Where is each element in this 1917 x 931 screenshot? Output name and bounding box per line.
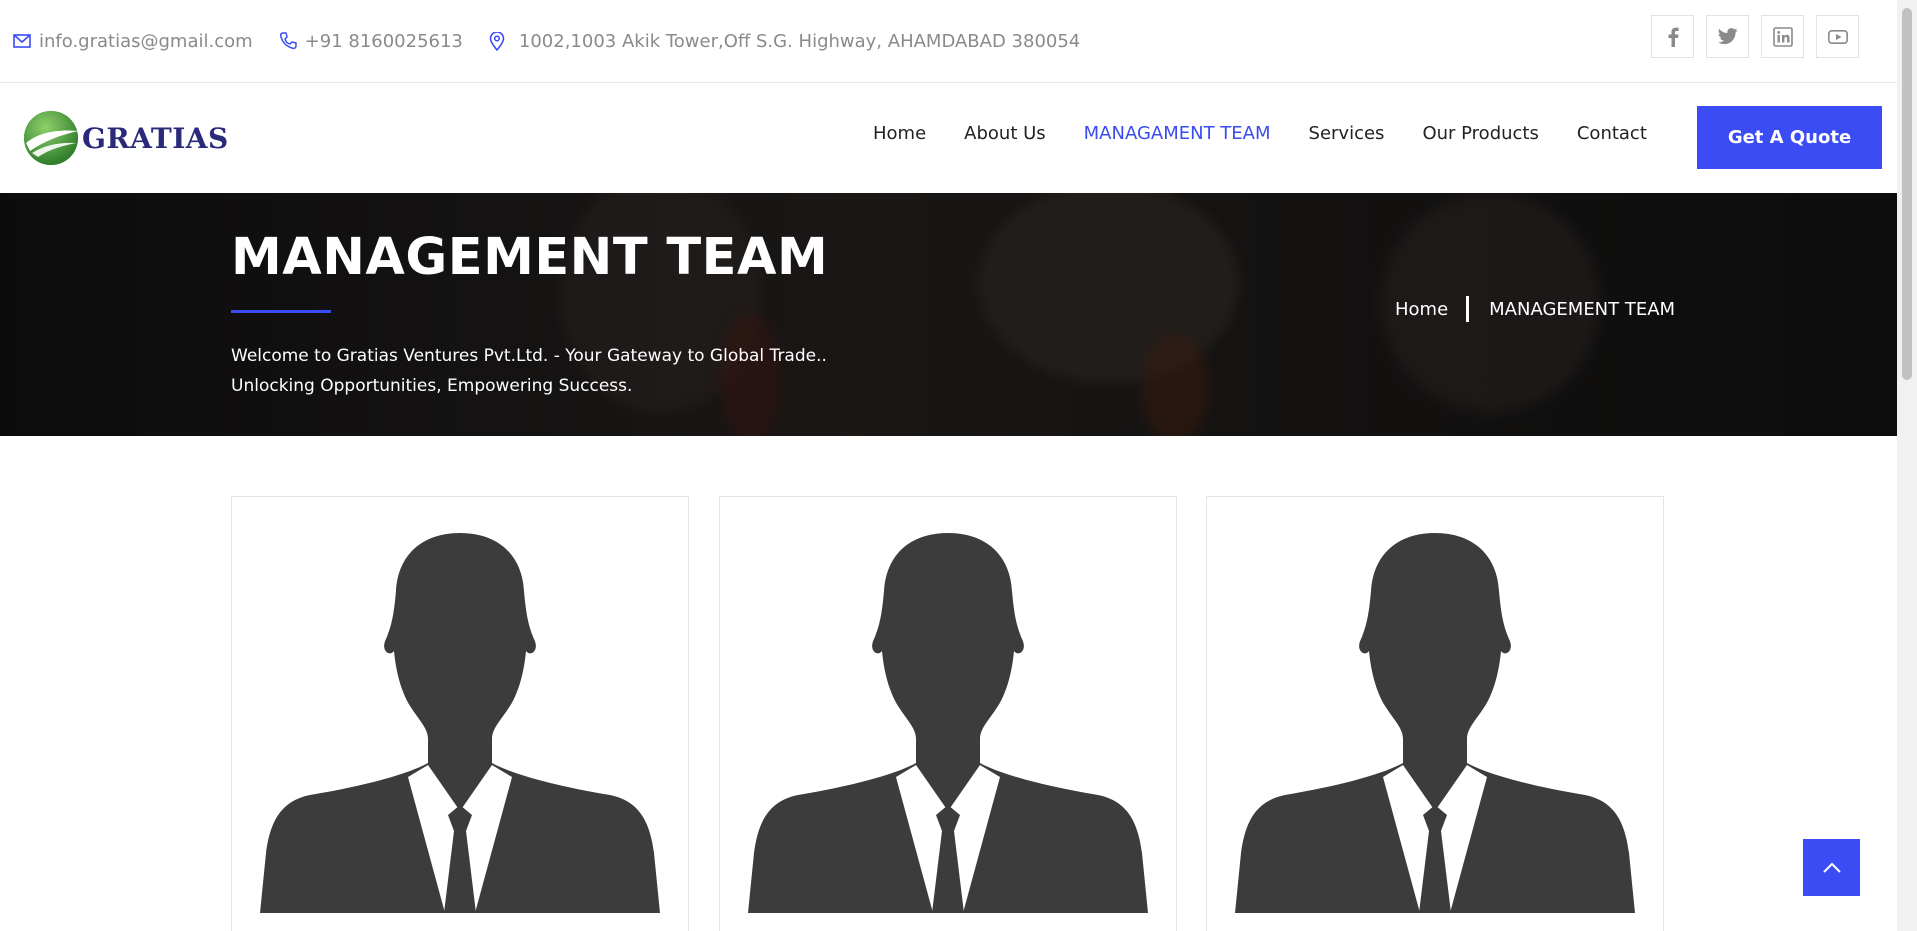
hero-subtitle-line-2: Unlocking Opportunities, Empowering Succ… [231, 376, 633, 396]
nav-contact[interactable]: Contact [1577, 123, 1647, 144]
team-member-card[interactable] [231, 496, 689, 931]
mail-icon [13, 34, 31, 48]
team-member-card[interactable] [719, 496, 1177, 931]
youtube-icon[interactable] [1816, 15, 1859, 58]
page-scrollbar[interactable] [1897, 0, 1917, 931]
email-item[interactable]: info.gratias@gmail.com [13, 31, 253, 52]
logo[interactable]: GRATIAS [22, 109, 229, 167]
breadcrumb-separator [1466, 296, 1470, 322]
breadcrumb-current: MANAGEMENT TEAM [1489, 298, 1676, 320]
phone-icon [279, 32, 297, 50]
person-silhouette-icon [1235, 533, 1635, 913]
page-title: MANAGEMENT TEAM [231, 228, 829, 287]
logo-text: GRATIAS [82, 121, 229, 155]
gratias-leaf-logo-icon [24, 111, 78, 165]
top-contact-bar: info.gratias@gmail.com +91 8160025613 10… [0, 0, 1897, 83]
facebook-icon[interactable] [1651, 15, 1694, 58]
linkedin-icon[interactable] [1761, 15, 1804, 58]
breadcrumb: Home MANAGEMENT TEAM [1395, 296, 1675, 322]
site-header: GRATIAS Home About Us MANAGAMENT TEAM Se… [0, 83, 1897, 193]
scroll-to-top-button[interactable] [1803, 839, 1860, 896]
hero-subtitle-line-1: Welcome to Gratias Ventures Pvt.Ltd. - Y… [231, 346, 827, 366]
address-text: 1002,1003 Akik Tower,Off S.G. Highway, A… [518, 30, 1081, 52]
nav-home[interactable]: Home [873, 123, 926, 144]
address-item: 1002,1003 Akik Tower,Off S.G. Highway, A… [489, 31, 1080, 52]
nav-services[interactable]: Services [1309, 123, 1385, 144]
phone-text: +91 8160025613 [304, 30, 463, 52]
location-pin-icon [489, 31, 505, 51]
twitter-icon[interactable] [1706, 15, 1749, 58]
chevron-up-icon [1822, 862, 1841, 873]
page: info.gratias@gmail.com +91 8160025613 10… [0, 0, 1917, 931]
breadcrumb-home[interactable]: Home [1395, 299, 1448, 320]
phone-item[interactable]: +91 8160025613 [279, 31, 463, 52]
nav-our-products[interactable]: Our Products [1422, 123, 1538, 144]
social-links [1651, 15, 1859, 58]
person-silhouette-icon [748, 533, 1148, 913]
team-member-card[interactable] [1206, 496, 1664, 931]
get-a-quote-button[interactable]: Get A Quote [1697, 106, 1882, 169]
email-text: info.gratias@gmail.com [39, 30, 253, 52]
person-silhouette-icon [260, 533, 660, 913]
page-hero-banner: MANAGEMENT TEAM Welcome to Gratias Ventu… [0, 193, 1897, 436]
nav-management-team[interactable]: MANAGAMENT TEAM [1084, 123, 1271, 144]
scrollbar-thumb[interactable] [1902, 8, 1912, 380]
main-nav: Home About Us MANAGAMENT TEAM Services O… [873, 123, 1685, 144]
hero-subtitle: Welcome to Gratias Ventures Pvt.Ltd. - Y… [231, 341, 827, 401]
title-underline [231, 310, 331, 313]
nav-about-us[interactable]: About Us [964, 123, 1046, 144]
